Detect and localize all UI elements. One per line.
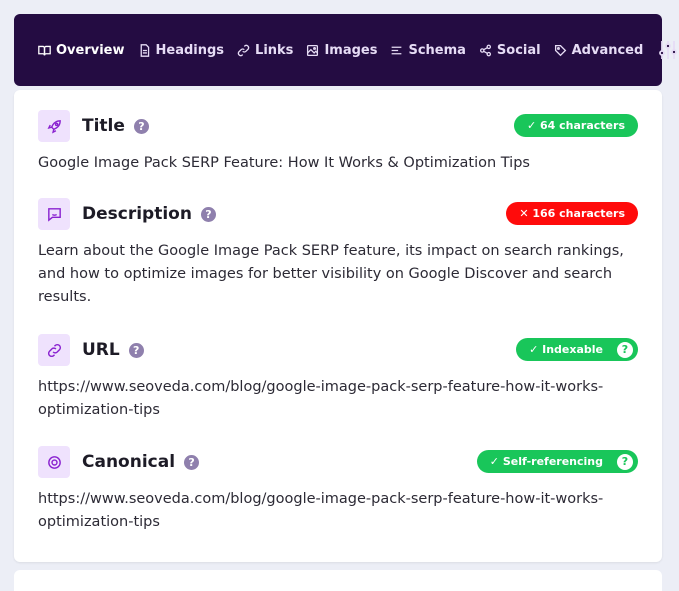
message-square-icon [47, 207, 61, 222]
overview-card: Title ? ✓ 64 characters Google Image Pac… [14, 90, 662, 562]
url-section: URL ? ✓ Indexable ? https://www.seoveda.… [38, 334, 638, 422]
description-section: Description ? ✕ 166 characters Learn abo… [38, 198, 638, 309]
document-icon [140, 43, 149, 57]
tab-social-label: Social [496, 42, 541, 58]
title-help-icon[interactable]: ? [133, 118, 149, 134]
tab-images[interactable]: Images [306, 43, 377, 58]
url-status-text: ✓ Indexable [529, 343, 603, 356]
settings-button[interactable] [659, 40, 678, 60]
tab-images-label: Images [324, 42, 378, 58]
description-icon-box [38, 198, 70, 230]
tab-links[interactable]: Links [237, 43, 293, 58]
link-icon [237, 44, 250, 56]
tab-social[interactable]: Social [479, 43, 541, 58]
tab-overview-label: Overview [56, 42, 125, 58]
url-value: https://www.seoveda.com/blog/google-imag… [38, 379, 604, 418]
tab-headings[interactable]: Headings [138, 42, 225, 58]
tab-schema[interactable]: Schema [390, 42, 466, 58]
canonical-status-help-icon[interactable]: ? [617, 453, 633, 470]
target-icon [47, 455, 61, 469]
title-section: Title ? ✓ 64 characters Google Image Pac… [38, 110, 638, 175]
description-value: Learn about the Google Image Pack SERP f… [38, 243, 624, 305]
canonical-value: https://www.seoveda.com/blog/google-imag… [38, 491, 604, 530]
title-icon-box [38, 110, 70, 142]
link-icon [47, 343, 61, 357]
title-label: Title [82, 116, 125, 136]
next-card [14, 570, 662, 591]
tab-advanced-label: Advanced [571, 42, 644, 58]
canonical-icon-box [38, 446, 70, 478]
title-value: Google Image Pack SERP Feature: How It W… [38, 155, 530, 171]
top-nav: Overview Headings Links Images Schema So… [14, 14, 678, 86]
tab-schema-label: Schema [408, 42, 466, 58]
align-left-icon [392, 46, 402, 54]
url-status-help-icon[interactable]: ? [617, 341, 633, 358]
canonical-status-badge: ✓ Self-referencing ? [476, 450, 638, 473]
canonical-help-icon[interactable]: ? [184, 454, 200, 470]
url-icon-box [38, 334, 70, 366]
description-status-badge: ✕ 166 characters [506, 202, 638, 225]
url-help-icon[interactable]: ? [128, 342, 144, 358]
canonical-label: Canonical [82, 452, 176, 472]
tab-advanced[interactable]: Advanced [554, 42, 644, 58]
url-label: URL [82, 340, 120, 360]
book-open-icon [38, 45, 51, 55]
share-icon [479, 44, 491, 56]
rocket-icon [47, 119, 61, 133]
tab-links-label: Links [255, 42, 294, 58]
url-status-badge: ✓ Indexable ? [516, 338, 638, 361]
tags-icon [554, 44, 566, 56]
description-help-icon[interactable]: ? [200, 206, 216, 222]
sliders-icon [659, 41, 678, 59]
tab-overview[interactable]: Overview [38, 43, 125, 58]
description-label: Description [82, 204, 192, 224]
image-icon [307, 44, 319, 56]
tab-headings-label: Headings [155, 42, 225, 58]
canonical-status-text: ✓ Self-referencing [489, 455, 603, 468]
canonical-section: Canonical ? ✓ Self-referencing ? https:/… [38, 446, 638, 534]
title-status-badge: ✓ 64 characters [513, 114, 638, 137]
